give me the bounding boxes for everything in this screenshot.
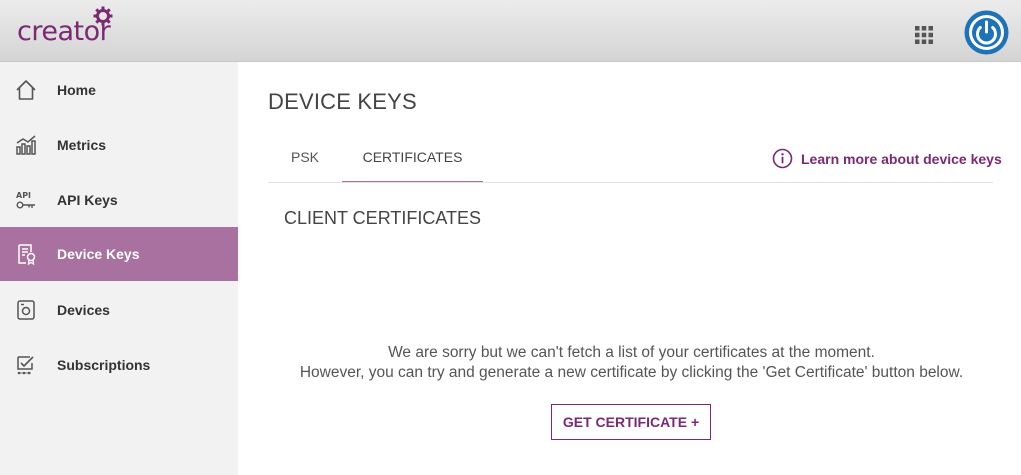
page-title: DEVICE KEYS bbox=[268, 89, 417, 114]
sidebar-item-metrics[interactable]: Metrics bbox=[0, 118, 238, 172]
info-icon bbox=[772, 148, 793, 169]
sidebar-item-label: Subscriptions bbox=[57, 357, 151, 373]
api-key-icon: API bbox=[16, 191, 35, 209]
error-message-line-1: We are sorry but we can't fetch a list o… bbox=[388, 344, 875, 361]
gear-icon bbox=[93, 6, 113, 26]
sidebar-item-api-keys[interactable]: API API Keys bbox=[0, 173, 238, 227]
get-certificate-button[interactable]: GET CERTIFICATE + bbox=[551, 404, 711, 440]
top-bar: creator bbox=[0, 0, 1021, 62]
learn-more-text: Learn more about device keys bbox=[801, 151, 1002, 167]
sidebar-item-home[interactable]: Home bbox=[0, 63, 238, 117]
sidebar-item-label: Home bbox=[57, 82, 96, 98]
main-content: DEVICE KEYS PSK CERTIFICATES Learn more … bbox=[238, 62, 1021, 475]
tabs-divider bbox=[268, 182, 993, 183]
home-icon bbox=[16, 80, 36, 100]
error-message-line-2: However, you can try and generate a new … bbox=[299, 364, 964, 381]
chart-icon bbox=[16, 135, 36, 155]
svg-text:API: API bbox=[16, 191, 31, 200]
subscriptions-icon bbox=[17, 356, 34, 375]
sidebar-item-label: API Keys bbox=[57, 192, 118, 208]
sidebar-item-label: Devices bbox=[57, 302, 110, 318]
sidebar: Home Metrics API API Keys Device Keys De… bbox=[0, 62, 238, 475]
sidebar-item-label: Device Keys bbox=[57, 246, 140, 262]
tab-certificates[interactable]: CERTIFICATES bbox=[342, 140, 483, 183]
sidebar-item-device-keys[interactable]: Device Keys bbox=[0, 227, 238, 281]
certificate-icon bbox=[18, 244, 36, 265]
device-icon bbox=[17, 300, 35, 320]
power-icon[interactable] bbox=[964, 10, 1009, 55]
tab-psk[interactable]: PSK bbox=[268, 140, 342, 183]
section-title: CLIENT CERTIFICATES bbox=[284, 208, 482, 228]
sidebar-item-label: Metrics bbox=[57, 137, 107, 153]
sidebar-item-subscriptions[interactable]: Subscriptions bbox=[0, 338, 238, 392]
sidebar-item-devices[interactable]: Devices bbox=[0, 283, 238, 337]
creator-logo[interactable]: creator bbox=[17, 6, 127, 50]
apps-grid-icon[interactable] bbox=[914, 25, 934, 45]
